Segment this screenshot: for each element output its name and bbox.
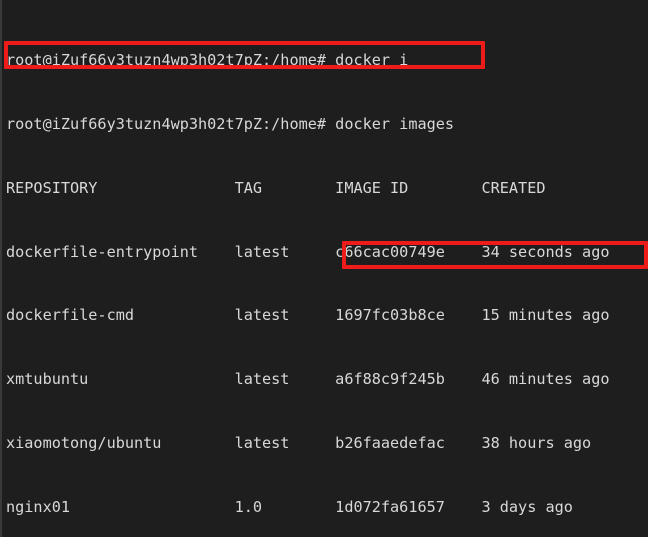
- terminal-line-command-docker-images: root@iZuf66y3tuzn4wp3h02t7pZ:/home# dock…: [6, 114, 455, 133]
- images-table-row: xmtubuntu latest a6f88c9f245b 46 minutes…: [6, 370, 610, 389]
- images-table-row: dockerfile-cmd latest 1697fc03b8ce 15 mi…: [6, 306, 610, 325]
- terminal-line: root@iZuf66y3tuzn4wp3h02t7pZ:/home# dock…: [6, 50, 409, 69]
- images-table-header: REPOSITORY TAG IMAGE ID CREATED: [6, 178, 546, 197]
- terminal-screen: root@iZuf66y3tuzn4wp3h02t7pZ:/home# dock…: [6, 0, 609, 537]
- images-table-row: xiaomotong/ubuntu latest b26faaedefac 38…: [6, 434, 592, 453]
- images-table-row: nginx01 1.0 1d072fa61657 3 days ago: [6, 498, 573, 517]
- images-table-row: dockerfile-entrypoint latest c66cac00749…: [6, 242, 610, 261]
- terminal-window[interactable]: root@iZuf66y3tuzn4wp3h02t7pZ:/home# dock…: [0, 0, 648, 537]
